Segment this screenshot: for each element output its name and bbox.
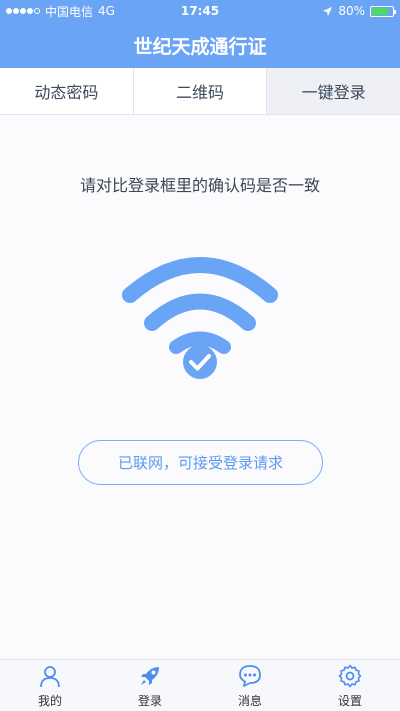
tabbar-item-login[interactable]: 登录 <box>100 660 200 711</box>
status-bar: 中国电信 4G 17:45 80% <box>0 0 400 22</box>
status-time: 17:45 <box>180 4 220 18</box>
instruction-text: 请对比登录框里的确认码是否一致 <box>79 176 320 195</box>
tabbar-label: 消息 <box>237 694 262 708</box>
battery-percent: 80% <box>338 4 365 18</box>
chat-bubble-icon <box>239 665 261 687</box>
status-right: 80% <box>244 4 396 18</box>
nav-bar: 世纪天成通行证 <box>0 22 400 68</box>
tabbar-item-messages[interactable]: 消息 <box>200 660 300 711</box>
tab-one-click-login[interactable]: 一键登录 <box>267 68 400 114</box>
carrier-label: 中国电信 <box>45 4 94 19</box>
status-left: 中国电信 4G <box>6 3 156 20</box>
network-label: 4G <box>98 4 115 18</box>
user-icon <box>40 666 60 688</box>
tabbar-item-mine[interactable]: 我的 <box>0 660 100 711</box>
connection-status-badge: 已联网，可接受登录请求 <box>78 440 323 485</box>
tab-label: 一键登录 <box>301 83 366 102</box>
battery-icon <box>370 5 396 17</box>
login-method-tabs: 动态密码 二维码 一键登录 <box>0 68 400 115</box>
signal-strength-icon <box>6 8 40 14</box>
bottom-tab-bar: 我的 登录 消息 设置 <box>0 659 400 711</box>
location-arrow-icon <box>323 6 333 16</box>
battery-fill <box>372 7 388 15</box>
tabbar-label: 登录 <box>137 694 162 708</box>
rocket-icon <box>141 667 159 685</box>
connection-status-text: 已联网，可接受登录请求 <box>117 454 283 472</box>
tab-label: 动态密码 <box>34 83 99 102</box>
tab-qr-code[interactable]: 二维码 <box>134 68 268 114</box>
tab-label: 二维码 <box>176 83 225 102</box>
page-title: 世纪天成通行证 <box>133 35 267 58</box>
wifi-connected-icon <box>120 255 280 385</box>
tabbar-item-settings[interactable]: 设置 <box>300 660 400 711</box>
tabbar-label: 设置 <box>337 694 362 708</box>
tab-dynamic-password[interactable]: 动态密码 <box>0 68 134 114</box>
gear-icon <box>338 664 362 688</box>
tabbar-label: 我的 <box>37 694 62 708</box>
